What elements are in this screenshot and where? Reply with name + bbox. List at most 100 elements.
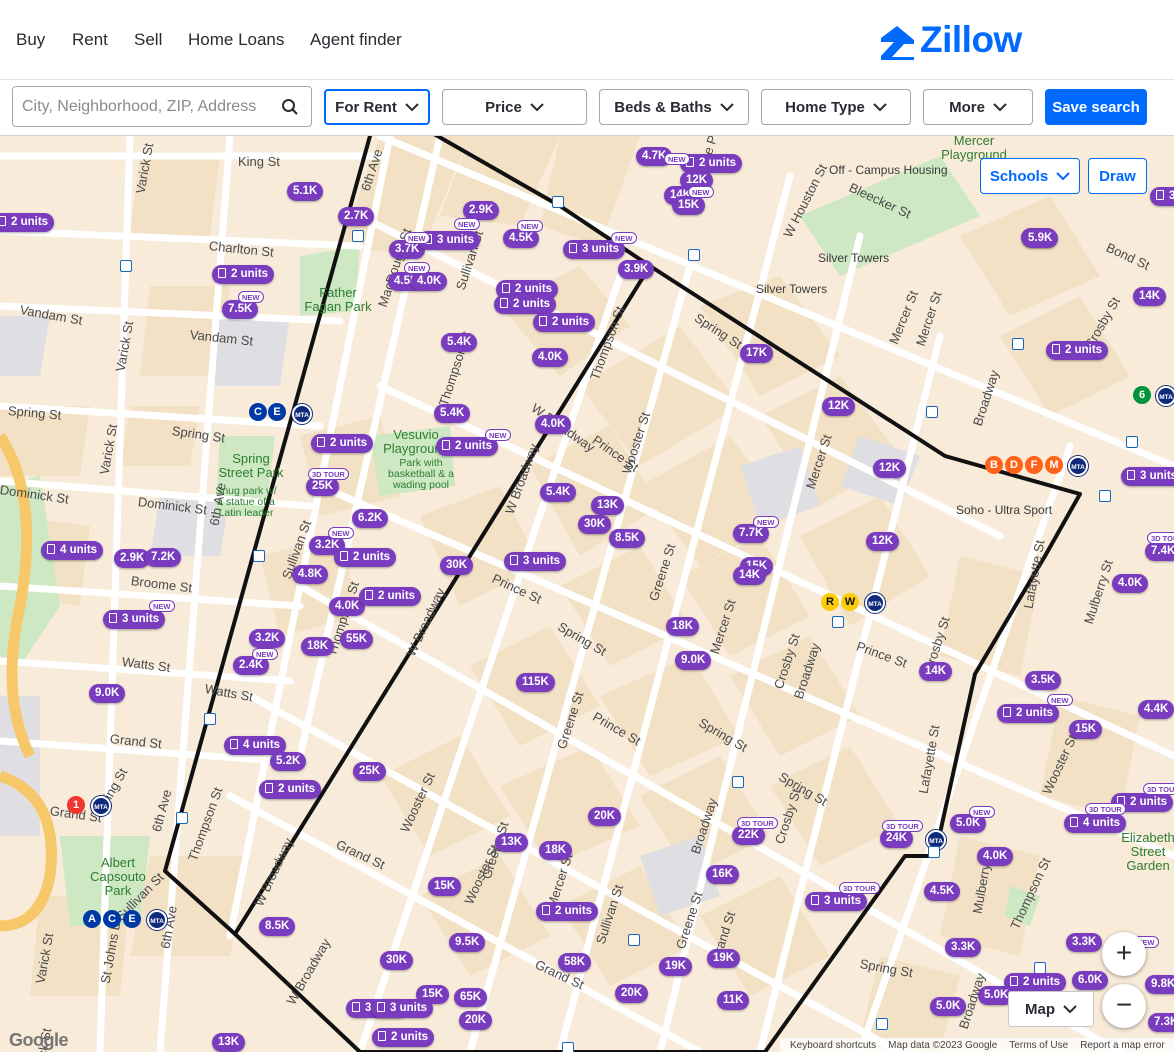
bus-stop-icon[interactable] xyxy=(1126,436,1138,448)
bus-stop-icon[interactable] xyxy=(204,713,216,725)
bus-stop-icon[interactable] xyxy=(1012,338,1024,350)
subway-line-icon[interactable]: W xyxy=(841,593,859,611)
listing-price-pin[interactable]: 5.2K xyxy=(270,752,307,771)
listing-price-pin[interactable]: 30K xyxy=(380,951,414,970)
building-listing-pin[interactable]: 2 units xyxy=(359,587,422,606)
building-listing-pin[interactable]: 2 units xyxy=(533,313,596,332)
listing-price-pin[interactable]: 7.3K xyxy=(1148,1013,1174,1032)
listing-price-pin[interactable]: 6.0K xyxy=(1072,971,1109,990)
listing-price-pin[interactable]: 20K xyxy=(459,1011,493,1030)
nav-sell-link[interactable]: Sell xyxy=(134,30,162,50)
search-icon[interactable] xyxy=(281,98,299,116)
mta-icon[interactable]: MTA xyxy=(147,910,167,930)
bus-stop-icon[interactable] xyxy=(120,260,132,272)
mta-icon[interactable]: MTA xyxy=(292,404,312,424)
listing-price-pin[interactable]: 9.5K xyxy=(449,933,486,952)
listing-price-pin[interactable]: 14K xyxy=(1133,287,1167,306)
beds-baths-filter-button[interactable]: Beds & Baths xyxy=(599,89,749,125)
bus-stop-icon[interactable] xyxy=(688,249,700,261)
listing-price-pin[interactable]: 4.4K xyxy=(1138,700,1174,719)
listing-price-pin[interactable]: 30K xyxy=(578,515,612,534)
map-type-dropdown[interactable]: Map xyxy=(1008,991,1094,1027)
subway-line-icon[interactable]: A xyxy=(83,910,101,928)
keyboard-shortcuts-link[interactable]: Keyboard shortcuts xyxy=(790,1040,876,1051)
subway-line-icon[interactable]: 6 xyxy=(1133,386,1151,404)
for-rent-filter-button[interactable]: For Rent xyxy=(324,89,430,125)
bus-stop-icon[interactable] xyxy=(876,1018,888,1030)
listing-price-pin[interactable]: 3.3K xyxy=(945,938,982,957)
building-listing-pin[interactable]: 4 units xyxy=(41,541,104,560)
listing-price-pin[interactable]: 30K xyxy=(440,556,474,575)
subway-line-icon[interactable]: F xyxy=(1025,456,1043,474)
subway-line-icon[interactable]: C xyxy=(249,403,267,421)
listing-price-pin[interactable]: 7.4K xyxy=(1145,542,1174,561)
nav-rent-link[interactable]: Rent xyxy=(72,30,108,50)
listing-price-pin[interactable]: 58K xyxy=(558,953,592,972)
building-listing-pin[interactable]: 3 units xyxy=(103,610,166,629)
listing-price-pin[interactable]: 4.0K xyxy=(411,272,448,291)
subway-line-icon[interactable]: M xyxy=(1045,456,1063,474)
bus-stop-icon[interactable] xyxy=(562,1042,574,1052)
nav-home-loans-link[interactable]: Home Loans xyxy=(188,30,284,50)
building-listing-pin[interactable]: 3 units xyxy=(805,892,868,911)
bus-stop-icon[interactable] xyxy=(732,776,744,788)
mta-icon[interactable]: MTA xyxy=(865,593,885,613)
listing-price-pin[interactable]: 65K xyxy=(454,988,488,1007)
building-listing-pin[interactable]: 4 units xyxy=(1064,814,1127,833)
subway-line-icon[interactable]: 1 xyxy=(67,796,85,814)
nav-buy-link[interactable]: Buy xyxy=(16,30,45,50)
listing-price-pin[interactable]: 13K xyxy=(591,496,625,515)
listing-price-pin[interactable]: 5.9K xyxy=(1022,229,1059,248)
bus-stop-icon[interactable] xyxy=(253,550,265,562)
listing-price-pin[interactable]: 8.5K xyxy=(609,529,646,548)
map-view[interactable]: King St Charlton St Vandam St Vandam St Vari… xyxy=(0,136,1174,1052)
search-input[interactable] xyxy=(13,87,275,126)
listing-price-pin[interactable]: 20K xyxy=(615,984,649,1003)
bus-stop-icon[interactable] xyxy=(628,934,640,946)
bus-stop-icon[interactable] xyxy=(1099,490,1111,502)
building-listing-pin[interactable]: 2 units xyxy=(1046,341,1109,360)
draw-button[interactable]: Draw xyxy=(1088,158,1147,194)
building-listing-pin[interactable]: 2 units xyxy=(494,295,557,314)
listing-price-pin[interactable]: 3.3K xyxy=(1066,933,1103,952)
listing-price-pin[interactable]: 9.0K xyxy=(675,651,712,670)
listing-price-pin[interactable]: 19K xyxy=(707,949,741,968)
listing-price-pin[interactable]: 17K xyxy=(740,344,774,363)
building-listing-pin[interactable]: 2 units xyxy=(536,902,599,921)
subway-line-icon[interactable]: B xyxy=(985,456,1003,474)
listing-price-pin[interactable]: 25K xyxy=(353,762,387,781)
subway-line-icon[interactable]: E xyxy=(268,403,286,421)
listing-price-pin[interactable]: 5.1K xyxy=(287,182,324,201)
building-listing-pin[interactable]: 2 units xyxy=(334,548,397,567)
listing-price-pin[interactable]: 5.4K xyxy=(540,483,577,502)
listing-price-pin[interactable]: 3.9K xyxy=(618,260,655,279)
listing-price-pin[interactable]: 13K xyxy=(212,1033,246,1052)
building-listing-pin[interactable]: 2 units xyxy=(259,780,322,799)
price-filter-button[interactable]: Price xyxy=(442,89,587,125)
report-error-link[interactable]: Report a map error xyxy=(1080,1040,1164,1051)
listing-price-pin[interactable]: 12K xyxy=(873,459,907,478)
bus-stop-icon[interactable] xyxy=(552,196,564,208)
listing-price-pin[interactable]: 12K xyxy=(866,532,900,551)
subway-line-icon[interactable]: C xyxy=(103,910,121,928)
bus-stop-icon[interactable] xyxy=(928,846,940,858)
nav-agent-finder-link[interactable]: Agent finder xyxy=(310,30,402,50)
subway-line-icon[interactable]: R xyxy=(821,593,839,611)
terms-link[interactable]: Terms of Use xyxy=(1009,1040,1068,1051)
listing-price-pin[interactable]: 16K xyxy=(706,865,740,884)
listing-price-pin[interactable]: 5.4K xyxy=(441,333,478,352)
zillow-logo[interactable]: Zillow xyxy=(878,19,1042,62)
listing-price-pin[interactable]: 9.8K xyxy=(1145,975,1174,994)
building-listing-pin[interactable]: 2 units xyxy=(212,265,275,284)
mta-icon[interactable]: MTA xyxy=(1068,456,1088,476)
listing-price-pin[interactable]: 4.0K xyxy=(977,847,1014,866)
listing-price-pin[interactable]: 14K xyxy=(733,566,767,585)
building-listing-pin[interactable]: 3 units xyxy=(371,999,434,1018)
listing-price-pin[interactable]: 20K xyxy=(588,807,622,826)
building-listing-pin[interactable]: 2 units xyxy=(0,213,55,232)
subway-line-icon[interactable]: D xyxy=(1005,456,1023,474)
listing-price-pin[interactable]: 55K xyxy=(340,630,374,649)
listing-price-pin[interactable]: 4.5K xyxy=(924,882,961,901)
listing-price-pin[interactable]: 12K xyxy=(822,397,856,416)
listing-price-pin[interactable]: 4.0K xyxy=(1112,574,1149,593)
